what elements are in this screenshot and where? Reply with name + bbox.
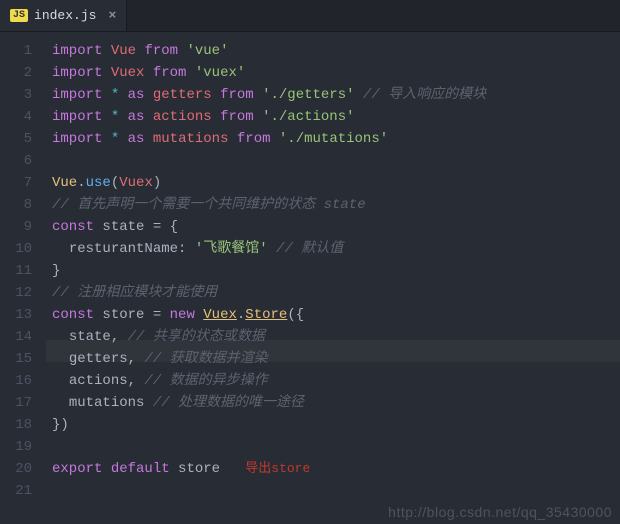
code-line: export default store 导出store	[52, 458, 620, 480]
code-line: mutations // 处理数据的唯一途径	[52, 392, 620, 414]
code-line: import * as actions from './actions'	[52, 106, 620, 128]
code-line: actions, // 数据的异步操作	[52, 370, 620, 392]
line-number: 3	[0, 84, 46, 106]
code-line: // 注册相应模块才能使用	[52, 282, 620, 304]
line-number: 21	[0, 480, 46, 502]
line-number: 6	[0, 150, 46, 172]
line-number: 19	[0, 436, 46, 458]
code-line: resturantName: '飞歌餐馆' // 默认值	[52, 238, 620, 260]
line-number: 11	[0, 260, 46, 282]
tab-index-js[interactable]: JS index.js ×	[0, 0, 127, 31]
annotation-text: 导出store	[245, 461, 310, 476]
line-number: 5	[0, 128, 46, 150]
close-icon[interactable]: ×	[108, 8, 116, 23]
code-line: import Vuex from 'vuex'	[52, 62, 620, 84]
code-line: Vue.use(Vuex)	[52, 172, 620, 194]
code-line	[52, 480, 620, 502]
code-editor[interactable]: 1 2 3 4 5 6 7 8 9 10 11 12 13 14 15 16 1…	[0, 32, 620, 524]
code-line: // 首先声明一个需要一个共同维护的状态 state	[52, 194, 620, 216]
tab-filename: index.js	[34, 8, 96, 23]
code-line: }	[52, 260, 620, 282]
line-number: 15	[0, 348, 46, 370]
code-line	[52, 150, 620, 172]
code-line: import * as getters from './getters' // …	[52, 84, 620, 106]
code-line: import * as mutations from './mutations'	[52, 128, 620, 150]
line-number: 12	[0, 282, 46, 304]
line-number: 4	[0, 106, 46, 128]
line-number: 16	[0, 370, 46, 392]
line-number: 10	[0, 238, 46, 260]
line-number-gutter: 1 2 3 4 5 6 7 8 9 10 11 12 13 14 15 16 1…	[0, 32, 46, 524]
code-area[interactable]: import Vue from 'vue' import Vuex from '…	[46, 32, 620, 524]
line-number: 8	[0, 194, 46, 216]
tab-bar: JS index.js ×	[0, 0, 620, 32]
line-number: 1	[0, 40, 46, 62]
line-number: 18	[0, 414, 46, 436]
line-number: 14	[0, 326, 46, 348]
code-line	[52, 436, 620, 458]
code-line: const store = new Vuex.Store({	[52, 304, 620, 326]
code-line: getters, // 获取数据并渲染	[52, 348, 620, 370]
line-number: 9	[0, 216, 46, 238]
watermark-text: http://blog.csdn.net/qq_35430000	[388, 504, 612, 520]
line-number: 13	[0, 304, 46, 326]
code-line: })	[52, 414, 620, 436]
code-line: const state = {	[52, 216, 620, 238]
line-number: 20	[0, 458, 46, 480]
line-number: 2	[0, 62, 46, 84]
line-number: 17	[0, 392, 46, 414]
code-line: import Vue from 'vue'	[52, 40, 620, 62]
code-line: state, // 共享的状态或数据	[52, 326, 620, 348]
line-number: 7	[0, 172, 46, 194]
js-file-icon: JS	[10, 9, 28, 22]
